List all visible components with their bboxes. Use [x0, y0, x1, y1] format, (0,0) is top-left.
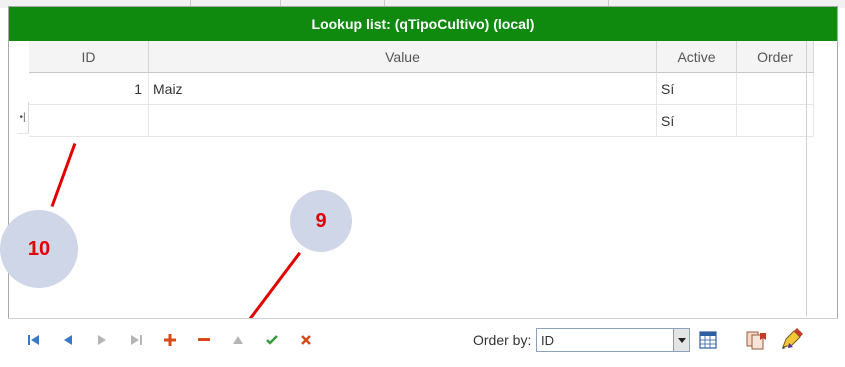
navigation-toolbar: Order by: ID: [8, 318, 838, 361]
cell-value[interactable]: Maiz: [149, 73, 657, 105]
cell-active[interactable]: Sí: [657, 73, 737, 105]
edit-tool-icon[interactable]: [780, 327, 804, 351]
new-row-marker: •|: [17, 102, 29, 134]
callout-badge-9: 9: [290, 190, 352, 252]
window-title: Lookup list: (qTipoCultivo) (local): [9, 7, 837, 41]
first-record-icon[interactable]: [26, 332, 42, 348]
chevron-down-icon[interactable]: [673, 329, 689, 351]
lookup-list-window: Lookup list: (qTipoCultivo) (local) •| I…: [8, 6, 838, 361]
order-by-select[interactable]: ID: [536, 328, 690, 352]
order-by-label: Order by:: [473, 332, 532, 348]
column-header-active[interactable]: Active: [657, 41, 737, 73]
lookup-grid: ID Value Active Order 1 Maiz Sí Sí: [29, 41, 814, 138]
previous-record-icon[interactable]: [60, 332, 76, 348]
cell-order[interactable]: [737, 73, 814, 105]
cell-order[interactable]: [737, 105, 814, 137]
grid-right-border: [806, 41, 807, 316]
column-header-id[interactable]: ID: [29, 41, 149, 73]
save-record-icon[interactable]: [264, 332, 280, 348]
cell-active[interactable]: Sí: [657, 105, 737, 137]
calendar-grid-icon[interactable]: [698, 330, 718, 350]
add-record-icon[interactable]: [162, 332, 178, 348]
cancel-record-icon[interactable]: [298, 332, 314, 348]
last-record-icon[interactable]: [128, 332, 144, 348]
cell-id[interactable]: [29, 105, 149, 137]
delete-record-icon[interactable]: [196, 332, 212, 348]
callout-badge-10: 10: [0, 210, 78, 288]
edit-record-icon[interactable]: [230, 332, 246, 348]
cell-id[interactable]: 1: [29, 73, 149, 105]
order-by-value: ID: [541, 332, 554, 348]
cell-value[interactable]: [149, 105, 657, 137]
column-header-order[interactable]: Order: [737, 41, 814, 73]
column-header-value[interactable]: Value: [149, 41, 657, 73]
next-record-icon[interactable]: [94, 332, 110, 348]
report-icon[interactable]: [746, 329, 768, 351]
